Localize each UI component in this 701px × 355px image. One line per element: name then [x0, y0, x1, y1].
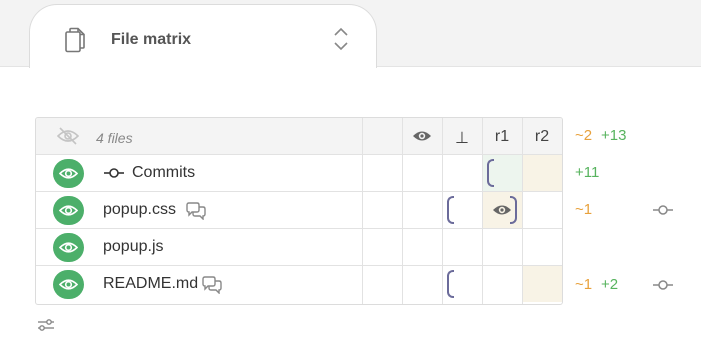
commits-label: Commits	[132, 164, 196, 181]
column-divider	[482, 118, 483, 304]
column-r3[interactable]: r3	[562, 128, 563, 146]
file-row: popup.css	[36, 192, 562, 229]
files-count: 4 files	[96, 130, 133, 146]
eye-icon	[59, 242, 78, 253]
commit-icon	[104, 168, 124, 178]
cell-r1[interactable]	[482, 155, 522, 191]
cell-r1[interactable]	[482, 192, 522, 228]
column-divider	[402, 118, 403, 304]
column-divider	[522, 118, 523, 304]
range-start-bracket	[487, 159, 494, 187]
toggle-visibility-button[interactable]	[53, 270, 84, 299]
commit-icon[interactable]	[652, 204, 674, 216]
toggle-visibility-button[interactable]	[53, 159, 84, 188]
file-name[interactable]: popup.css	[103, 201, 176, 219]
commit-icon[interactable]	[652, 279, 674, 291]
cell-r3[interactable]	[562, 155, 563, 191]
cell-r2[interactable]	[522, 266, 562, 302]
cell-r2[interactable]	[522, 155, 562, 191]
comments-icon[interactable]	[201, 276, 223, 294]
cell-r3[interactable]	[562, 266, 563, 302]
cell-base[interactable]	[442, 192, 482, 228]
comments-icon[interactable]	[185, 202, 207, 220]
cell-r2[interactable]	[522, 192, 562, 228]
eye-icon	[59, 205, 78, 216]
cell-base[interactable]	[442, 266, 482, 302]
cell-r1[interactable]	[482, 266, 522, 302]
file-copy-icon	[65, 27, 85, 53]
file-added-count: +2	[601, 276, 619, 293]
eye-off-icon[interactable]	[57, 127, 79, 145]
file-row: README.md	[36, 266, 562, 303]
commits-added-count: +11	[575, 164, 600, 181]
matrix-header-row: 4 files ⊥ r1 r2 r3	[36, 118, 562, 155]
file-matrix-tab[interactable]: File matrix	[29, 4, 377, 68]
file-name[interactable]: popup.js	[103, 238, 164, 256]
toggle-visibility-button[interactable]	[53, 233, 84, 262]
range-end-bracket	[510, 196, 517, 224]
column-divider	[442, 118, 443, 304]
top-bar: File matrix	[0, 0, 701, 68]
file-matrix-table: 4 files ⊥ r1 r2 r3 Commits	[35, 117, 563, 305]
file-modified-count: ~1	[575, 201, 593, 218]
eye-icon[interactable]	[492, 202, 512, 218]
cell-r3[interactable]	[562, 192, 563, 228]
eye-icon	[59, 168, 78, 179]
file-modified-count: ~1	[575, 276, 593, 293]
column-r1[interactable]: r1	[482, 128, 522, 146]
column-r2[interactable]: r2	[522, 128, 562, 146]
eye-icon	[59, 279, 78, 290]
tab-title: File matrix	[111, 31, 192, 48]
range-start-bracket	[447, 270, 454, 298]
range-start-bracket	[447, 196, 454, 224]
commits-row: Commits	[36, 155, 562, 192]
chevron-up-down-icon[interactable]	[332, 26, 350, 52]
column-divider	[362, 118, 363, 304]
file-name[interactable]: README.md	[103, 275, 198, 293]
cell-r3[interactable]	[562, 229, 563, 265]
file-row: popup.js	[36, 229, 562, 266]
eye-icon[interactable]	[412, 129, 432, 143]
column-base[interactable]: ⊥	[442, 128, 482, 148]
toggle-visibility-button[interactable]	[53, 196, 84, 225]
header-added-count: +13	[601, 127, 627, 144]
header-modified-count: ~2	[575, 127, 593, 144]
settings-sliders-icon[interactable]	[37, 318, 55, 332]
header-toggle-all[interactable]	[402, 118, 442, 154]
